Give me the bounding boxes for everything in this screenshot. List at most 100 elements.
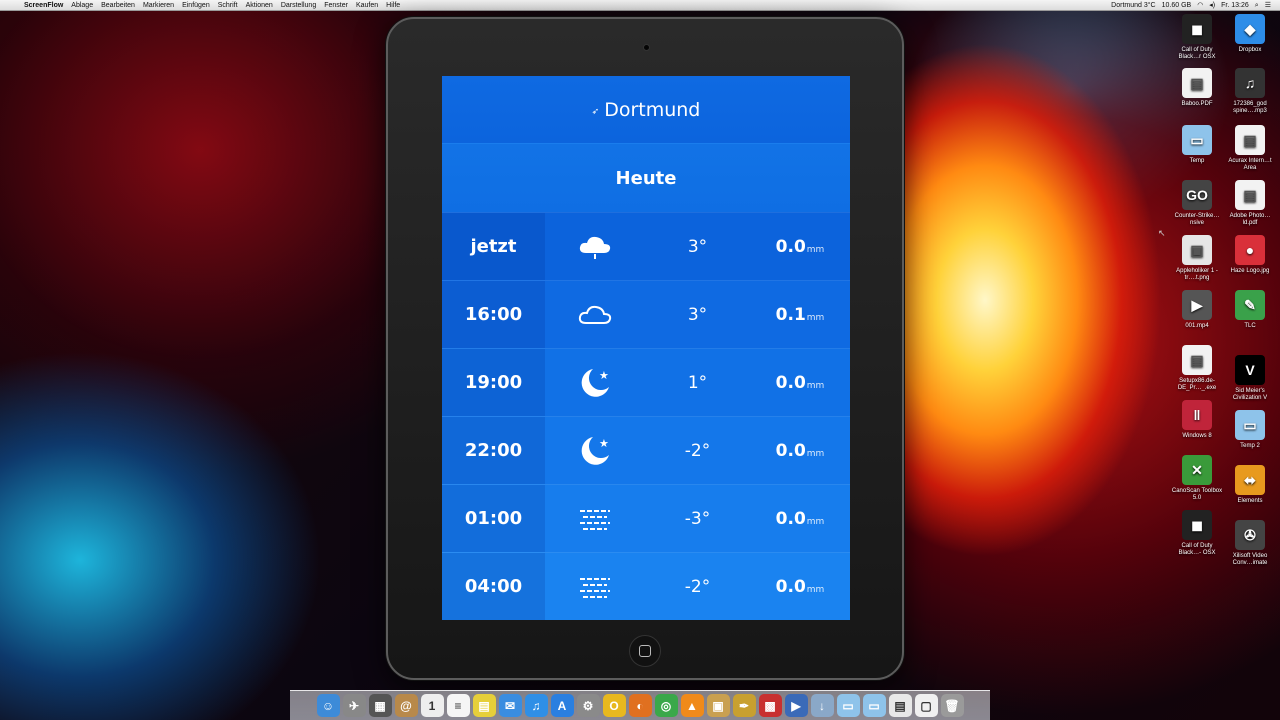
volume-icon[interactable]: ◂) xyxy=(1206,0,1218,11)
menu-hilfe[interactable]: Hilfe xyxy=(382,0,404,11)
home-button[interactable] xyxy=(629,635,661,667)
status-clock[interactable]: Fr. 13:26 xyxy=(1218,0,1252,11)
forecast-precip: 0.0 mm xyxy=(750,417,850,484)
image-icon: ● xyxy=(1235,235,1265,265)
desktop-icon[interactable]: ⬌ Elements xyxy=(1224,465,1276,505)
pdf-icon: ▤ xyxy=(1235,125,1265,155)
precip-unit: mm xyxy=(806,244,825,255)
notification-center-icon[interactable]: ☰ xyxy=(1262,0,1274,11)
preview-icon[interactable]: ▢ xyxy=(914,694,938,717)
contacts-icon[interactable]: @ xyxy=(394,694,418,717)
menu-einfuegen[interactable]: Einfügen xyxy=(178,0,214,11)
menu-kaufen[interactable]: Kaufen xyxy=(352,0,382,11)
pdf-icon: ▤ xyxy=(1182,68,1212,98)
menu-markieren[interactable]: Markieren xyxy=(139,0,178,11)
documents-icon[interactable]: ▤ xyxy=(888,694,912,717)
folder-icon: ▭ xyxy=(1182,125,1212,155)
forecast-row[interactable]: 16:00 3° 0.1 mm xyxy=(442,280,850,348)
desktop-icon[interactable]: ✎ TLC xyxy=(1224,290,1276,330)
camera-icon xyxy=(643,44,650,51)
calendar-icon[interactable]: 1 xyxy=(420,694,444,717)
finder-icon[interactable]: ☺ xyxy=(316,694,340,717)
fog-icon xyxy=(545,485,645,552)
firefox-icon[interactable]: ◐ xyxy=(628,694,652,717)
menu-aktionen[interactable]: Aktionen xyxy=(242,0,277,11)
home-square-icon xyxy=(639,645,651,657)
desktop-icon[interactable]: ▭ Temp 2 xyxy=(1224,410,1276,450)
status-disk[interactable]: 10.60 GB xyxy=(1159,0,1195,11)
forecast-row[interactable]: jetzt 3° 0.0 mm xyxy=(442,212,850,280)
desktop-icon[interactable]: ◆ Dropbox xyxy=(1224,14,1276,54)
downloads-icon[interactable]: ↓ xyxy=(810,694,834,717)
desktop-icon[interactable]: ▭ Temp xyxy=(1171,125,1223,165)
desktop-icon-label: CanoScan Toolbox 5.0 xyxy=(1171,488,1223,501)
image-icon: ▣ xyxy=(1182,235,1212,265)
spotlight-icon[interactable]: ⌕ xyxy=(1252,0,1262,11)
forecast-row[interactable]: 19:00 ★ 1° 0.0 mm xyxy=(442,348,850,416)
desktop-icon[interactable]: ▣ Appleholiker 1 - tr….t.png xyxy=(1171,235,1223,282)
status-weather[interactable]: Dortmund 3°C xyxy=(1108,0,1158,11)
opera-icon[interactable]: O xyxy=(602,694,626,717)
menu-ablage[interactable]: Ablage xyxy=(67,0,97,11)
menu-darstellung[interactable]: Darstellung xyxy=(277,0,320,11)
folder-icon[interactable]: ▭ xyxy=(862,694,886,717)
desktop-icon[interactable]: ▤ Acurax Intern…t Area xyxy=(1224,125,1276,172)
menu-bearbeiten[interactable]: Bearbeiten xyxy=(97,0,139,11)
city-header[interactable]: ➶ Dortmund xyxy=(442,76,850,144)
forecast-time: 19:00 xyxy=(442,349,545,416)
quill-icon[interactable]: ✒ xyxy=(732,694,756,717)
notes-icon[interactable]: ≡ xyxy=(446,694,470,717)
desktop-icon[interactable]: ◼ Call of Duty Black…r OSX xyxy=(1171,14,1223,61)
menu-fenster[interactable]: Fenster xyxy=(320,0,352,11)
archive-icon[interactable]: ▣ xyxy=(706,694,730,717)
trash-icon[interactable]: 🗑 xyxy=(940,694,964,717)
desktop-icon-label: 172386_god spine….mp3 xyxy=(1233,101,1267,114)
desktop-icon[interactable]: ✕ CanoScan Toolbox 5.0 xyxy=(1171,455,1223,502)
video-icon: ▶ xyxy=(1182,290,1212,320)
desktop-icon[interactable]: ♫ 172386_god spine….mp3 xyxy=(1224,68,1276,115)
game-icon: GO xyxy=(1182,180,1212,210)
messages-icon[interactable]: ✉ xyxy=(498,694,522,717)
forecast-temp: -3° xyxy=(684,508,711,529)
desktop-icon-label: Xilisoft Video Conv…imate xyxy=(1232,553,1268,566)
forecast-row[interactable]: 04:00 -2° 0.0 mm xyxy=(442,552,850,620)
folder-icon[interactable]: ▭ xyxy=(836,694,860,717)
game-icon: ◼ xyxy=(1182,510,1212,540)
location-arrow-icon: ➶ xyxy=(591,106,600,117)
precip-unit: mm xyxy=(806,312,825,323)
desktop-icon[interactable]: ▤ Adobe Photo…ld.pdf xyxy=(1224,180,1276,227)
menu-app-name[interactable]: ScreenFlow xyxy=(22,0,67,11)
desktop-icon[interactable]: ● Haze Logo.jpg xyxy=(1224,235,1276,275)
desktop-icon[interactable]: ▤ Baboo.PDF xyxy=(1171,68,1223,108)
desktop-icon[interactable]: GO Counter-Strike…nsive xyxy=(1171,180,1223,227)
desktop-icon-label: Haze Logo.jpg xyxy=(1230,268,1270,274)
screenflow-icon[interactable]: ▶ xyxy=(784,694,808,717)
desktop-icon[interactable]: ◼ Call of Duty Black…- OSX xyxy=(1171,510,1223,557)
desktop-icon[interactable]: ▶ 001.mp4 xyxy=(1171,290,1223,330)
itunes-icon[interactable]: ♫ xyxy=(524,694,548,717)
wifi-icon[interactable]: ◠ xyxy=(1194,0,1206,11)
desktop-icon[interactable]: ‖ Windows 8 xyxy=(1171,400,1223,440)
weather-app-screen: ➶ Dortmund Heute jetzt 3° 0.0 mm 16:00 3° 0.1 m… xyxy=(442,76,850,620)
forecast-list: jetzt 3° 0.0 mm 16:00 3° 0.1 mm 19:00 ★ 1° 0.0 mm 22:… xyxy=(442,212,850,620)
desktop-icon[interactable]: V Sid Meier's Civilization V xyxy=(1224,355,1276,402)
forecast-precip: 0.0 mm xyxy=(750,349,850,416)
day-header[interactable]: Heute xyxy=(442,144,850,212)
desktop-icon[interactable]: ✇ Xilisoft Video Conv…imate xyxy=(1224,520,1276,567)
app-store-icon[interactable]: A xyxy=(550,694,574,717)
desktop-icon[interactable]: ▤ Setupx86.de-DE_Pr…_.exe xyxy=(1171,345,1223,392)
forecast-row[interactable]: 01:00 -3° 0.0 mm xyxy=(442,484,850,552)
precip-unit: mm xyxy=(806,448,825,459)
system-preferences-icon[interactable]: ⚙ xyxy=(576,694,600,717)
ipad-frame: ➶ Dortmund Heute jetzt 3° 0.0 mm 16:00 3° 0.1 m… xyxy=(386,17,904,680)
stickies-icon[interactable]: ▤ xyxy=(472,694,496,717)
forecast-row[interactable]: 22:00 ★ -2° 0.0 mm xyxy=(442,416,850,484)
vlc-icon[interactable]: ▲ xyxy=(680,694,704,717)
menu-schrift[interactable]: Schrift xyxy=(214,0,242,11)
mission-control-icon[interactable]: ▦ xyxy=(368,694,392,717)
photo-booth-icon[interactable]: ▩ xyxy=(758,694,782,717)
desktop-icon-label: Temp xyxy=(1189,158,1205,164)
launchpad-icon[interactable]: ✈ xyxy=(342,694,366,717)
desktop-icon-label: Adobe Photo…ld.pdf xyxy=(1229,213,1271,226)
chrome-icon[interactable]: ◎ xyxy=(654,694,678,717)
